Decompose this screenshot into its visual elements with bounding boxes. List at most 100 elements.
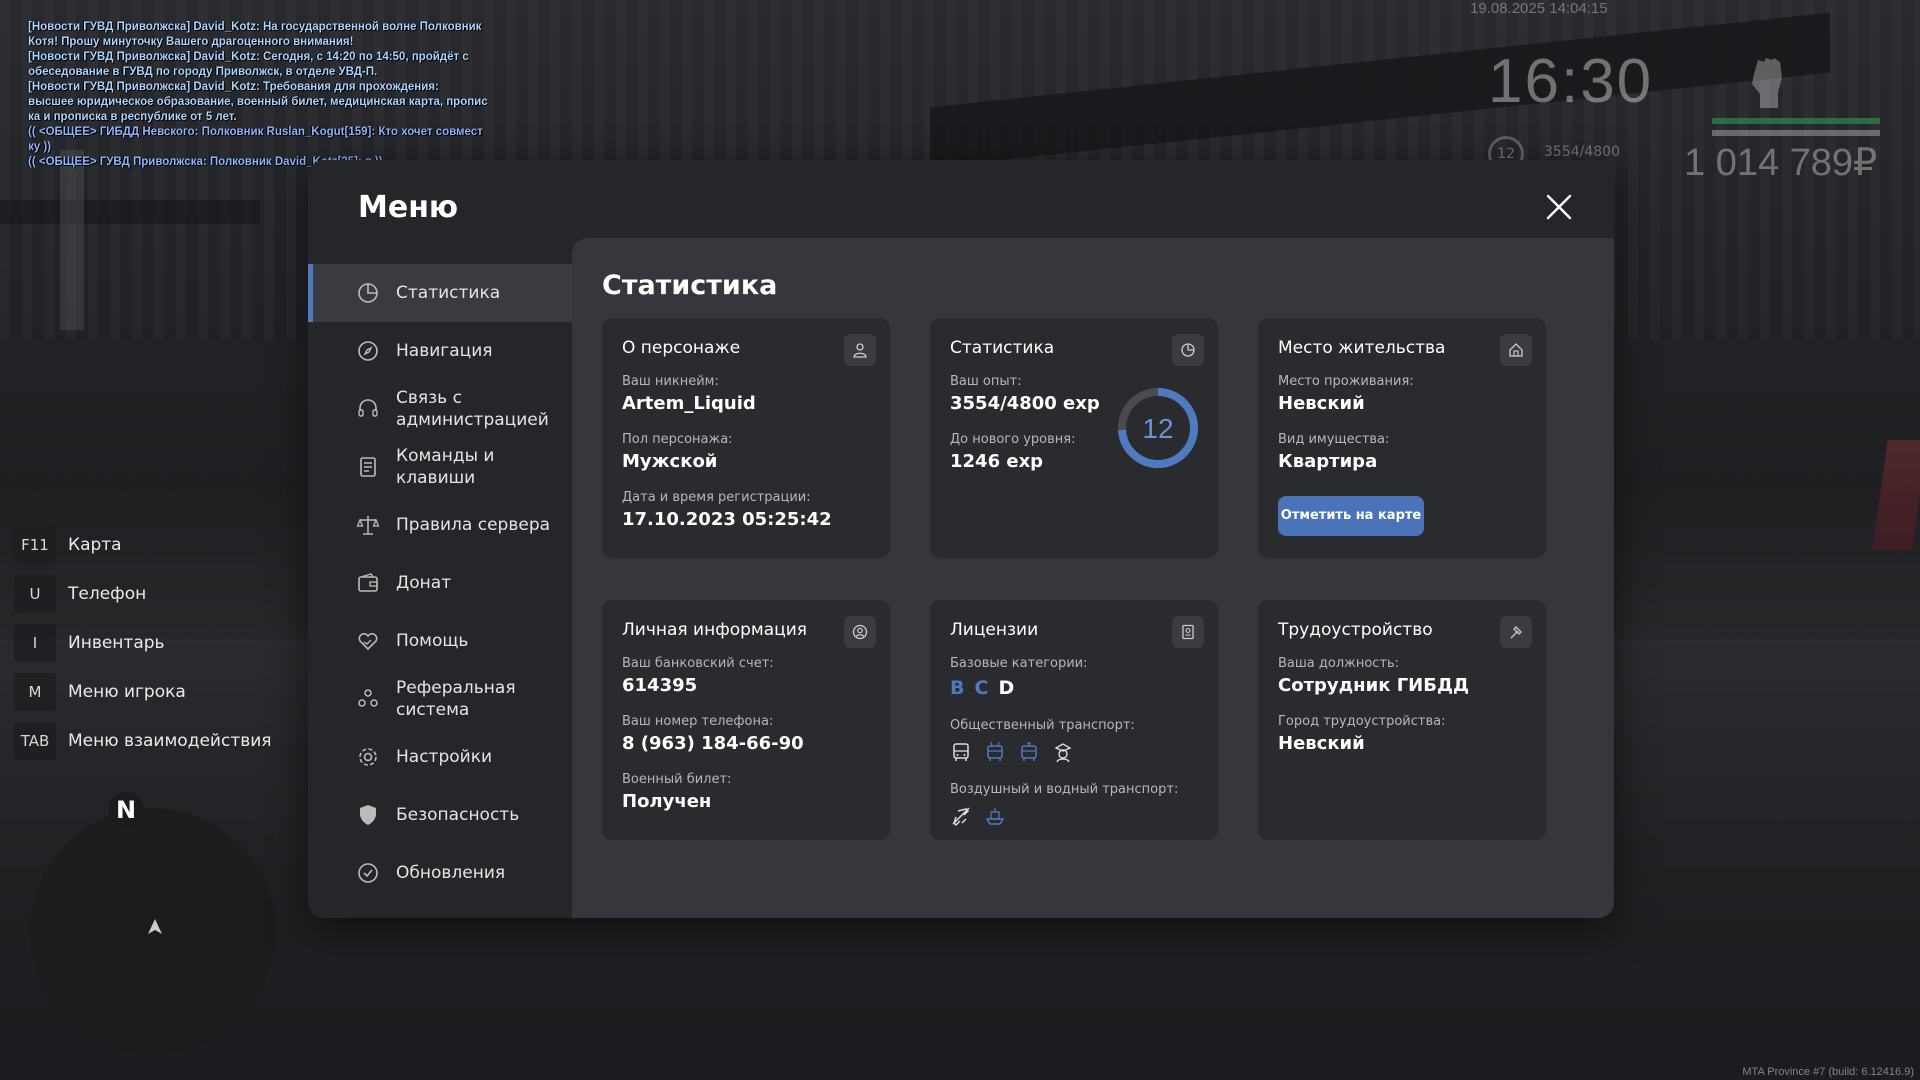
position-field: Ваша должность: Сотрудник ГИБДД xyxy=(1278,656,1469,696)
field-label: Ваш опыт: xyxy=(950,374,1022,389)
sidebar-item-commands[interactable]: Команды и клавиши xyxy=(308,438,570,496)
field-label: Пол персонажа: xyxy=(622,432,733,447)
base-categories-field: Базовые категории: B C D xyxy=(950,656,1088,699)
next-level-field: До нового уровня: 1246 exp xyxy=(950,432,1076,472)
user-circle-icon xyxy=(844,616,876,648)
sidebar-item-navigation[interactable]: Навигация xyxy=(308,322,570,380)
hud-clock: 16:30 xyxy=(1488,47,1654,116)
bus-icon xyxy=(953,743,969,761)
chat-line: ка и прописка в республике от 5 лет. xyxy=(28,111,237,123)
field-value: 3554/4800 exp xyxy=(950,393,1100,414)
sidebar-item-label: Правила сервера xyxy=(396,515,551,535)
pie-chart-icon xyxy=(1172,334,1204,366)
chat-log: [Новости ГУВД Приволжска] David_Kotz: На… xyxy=(28,20,508,170)
field-value: 614395 xyxy=(622,675,698,696)
field-label: Ваш никнейм: xyxy=(622,374,719,389)
gear-icon xyxy=(359,748,377,766)
sidebar-item-statistics[interactable]: Статистика xyxy=(308,264,612,322)
house-icon xyxy=(1500,334,1532,366)
sidebar-item-updates[interactable]: Обновления xyxy=(308,844,570,902)
hotkey-label: Карта xyxy=(68,534,122,555)
bank-account-field: Ваш банковский счет: 614395 xyxy=(622,656,774,696)
field-label: Базовые категории: xyxy=(950,656,1088,671)
chat-line: высшее юридическое образование, военный … xyxy=(28,96,488,108)
hotkey-key: TAB xyxy=(14,721,56,760)
page-title: Статистика xyxy=(602,270,778,301)
hotkey-interaction-menu[interactable]: TAB Меню взаимодействия xyxy=(14,716,272,765)
hotkey-phone[interactable]: U Телефон xyxy=(14,569,272,618)
nickname-field: Ваш никнейм: Artem_Liquid xyxy=(622,374,756,414)
heart-hand-icon xyxy=(358,632,378,651)
wallet-icon xyxy=(358,573,378,592)
hud-money: 1 014 789₽ xyxy=(1684,142,1878,184)
hotkey-player-menu[interactable]: M Меню игрока xyxy=(14,667,272,716)
field-value: 1246 exp xyxy=(950,451,1044,472)
trolleybus-icon xyxy=(987,741,1003,761)
health-bar xyxy=(1712,118,1880,124)
content-panel: Статистика О персонаже Ваш никнейм: Arte… xyxy=(572,238,1614,918)
chat-line: [Новости ГУВД Приволжска] David_Kotz: На… xyxy=(28,21,482,33)
hotkey-map[interactable]: F11 Карта xyxy=(14,520,272,569)
sidebar-item-referral[interactable]: Реферальная система xyxy=(308,670,570,728)
field-label: Военный билет: xyxy=(622,772,732,787)
sidebar-item-label: Безопасность xyxy=(396,805,520,825)
field-label: Ваша должность: xyxy=(1278,656,1400,671)
field-value: 17.10.2023 05:25:42 xyxy=(622,509,832,530)
airplane-icon xyxy=(952,807,970,827)
hotkey-inventory[interactable]: I Инвентарь xyxy=(14,618,272,667)
level-number: 12 xyxy=(1142,413,1173,444)
sidebar-item-label: Навигация xyxy=(396,341,493,361)
compass-icon xyxy=(358,341,378,361)
user-icon xyxy=(844,334,876,366)
public-transport-field: Общественный транспорт: xyxy=(950,718,1135,763)
mark-on-map-button[interactable]: Отметить на карте xyxy=(1278,496,1424,536)
sidebar-item-label: Настройки xyxy=(396,747,493,767)
pie-chart-icon xyxy=(358,283,378,303)
field-value: Сотрудник ГИБДД xyxy=(1278,675,1470,696)
sidebar-item-label: Команды и клавиши xyxy=(396,446,495,488)
property-type-field: Вид имущества: Квартира xyxy=(1278,432,1389,472)
sidebar-item-label: Донат xyxy=(396,573,452,593)
field-label: Место проживания: xyxy=(1278,374,1414,389)
sidebar-item-security[interactable]: Безопасность xyxy=(308,786,570,844)
sidebar-item-label: Статистика xyxy=(396,283,501,303)
statistics-card: Статистика Ваш опыт: 3554/4800 exp До но… xyxy=(930,318,1218,558)
sidebar-item-settings[interactable]: Настройки xyxy=(308,728,570,786)
hotkey-label: Меню игрока xyxy=(68,681,186,702)
field-value: 8 (963) 184-66-90 xyxy=(622,733,804,754)
hotkey-label: Меню взаимодействия xyxy=(68,730,272,751)
tram-icon xyxy=(1021,742,1037,761)
license-category-d: D xyxy=(998,677,1015,699)
field-label: Ваш номер телефона: xyxy=(622,714,774,729)
sidebar-item-rules[interactable]: Правила сервера xyxy=(308,496,570,554)
hotkey-key: U xyxy=(14,574,56,613)
headset-icon xyxy=(358,399,378,417)
hotkey-label: Телефон xyxy=(68,583,147,604)
field-value: Квартира xyxy=(1278,451,1378,472)
job-city-field: Город трудоустройства: Невский xyxy=(1278,714,1445,754)
chat-line: [Новости ГУВД Приволжска] David_Kotz: Се… xyxy=(28,51,469,63)
field-label: Город трудоустройства: xyxy=(1278,714,1446,729)
sidebar-item-donate[interactable]: Донат xyxy=(308,554,570,612)
hammer-icon xyxy=(1500,616,1532,648)
hotkey-key: F11 xyxy=(14,525,56,564)
shield-icon xyxy=(360,805,376,825)
sidebar-item-help[interactable]: Помощь xyxy=(308,612,570,670)
scales-icon xyxy=(356,516,380,535)
employment-card: Трудоустройство Ваша должность: Сотрудни… xyxy=(1258,600,1546,840)
main-menu-window: Меню Статистика Навигация Связь с админис… xyxy=(308,160,1614,918)
hotkey-key: M xyxy=(14,672,56,711)
document-icon xyxy=(360,457,376,477)
fist-weapon-icon xyxy=(1752,58,1782,108)
hotkey-label: Инвентарь xyxy=(68,632,165,653)
gender-field: Пол персонажа: Мужской xyxy=(622,432,733,472)
player-marker-icon xyxy=(148,919,162,934)
license-category-c: C xyxy=(974,677,989,699)
chat-line: ку )) xyxy=(28,141,52,153)
phone-field: Ваш номер телефона: 8 (963) 184-66-90 xyxy=(622,714,804,754)
card-title: Статистика xyxy=(950,338,1055,358)
close-icon[interactable] xyxy=(1544,192,1574,222)
field-label: Воздушный и водный транспорт: xyxy=(950,782,1179,797)
sidebar-item-contact-admin[interactable]: Связь с администрацией xyxy=(308,380,570,438)
field-value: Мужской xyxy=(622,451,718,472)
